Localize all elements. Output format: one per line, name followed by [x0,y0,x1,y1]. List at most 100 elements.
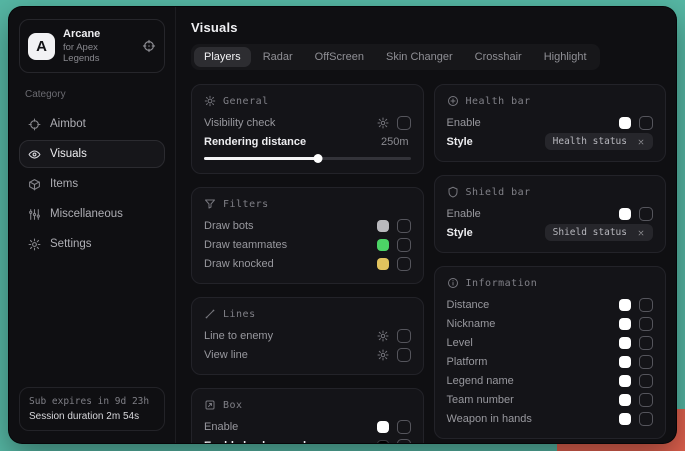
setting-controls [377,439,411,444]
session-duration-text: Session duration 2m 54s [29,411,155,422]
sidebar-item-aimbot[interactable]: Aimbot [19,110,165,138]
setting-controls [377,116,411,130]
sidebar-item-label: Aimbot [50,118,86,130]
tab-highlight[interactable]: Highlight [534,47,597,67]
sidebar-item-label: Settings [50,238,92,250]
setting-row: Draw bots [204,216,411,235]
setting-label: Line to enemy [204,330,367,342]
card-title: General [223,96,269,107]
setting-row: Enable [204,417,411,436]
sidebar-item-miscellaneous[interactable]: Miscellaneous [19,200,165,228]
setting-controls [619,393,653,407]
checkbox[interactable] [639,355,653,369]
setting-label: Draw bots [204,220,367,232]
checkbox[interactable] [639,207,653,221]
eye-icon [28,148,41,161]
checkbox[interactable] [397,219,411,233]
checkbox[interactable] [639,336,653,350]
color-swatch[interactable] [619,299,631,311]
checkbox[interactable] [397,329,411,343]
setting-label: Draw knocked [204,258,367,270]
card-header: Health bar [447,95,654,107]
checkbox[interactable] [639,317,653,331]
checkbox[interactable] [639,412,653,426]
settings-column-2: Health bar Enable Style Health status Shield… [434,84,667,439]
setting-label: Platform [447,356,610,368]
color-swatch[interactable] [377,421,389,433]
page-title: Visuals [191,20,666,35]
app-logo: A [28,33,55,60]
setting-label: Enable [204,421,367,433]
checkbox[interactable] [397,420,411,434]
close-icon[interactable] [637,138,645,146]
color-swatch[interactable] [619,337,631,349]
close-icon[interactable] [637,229,645,237]
target-icon[interactable] [142,39,156,53]
tab-radar[interactable]: Radar [253,47,303,67]
cube-icon [28,178,41,191]
app-name: Arcane [63,28,134,40]
setting-row: Rendering distance250m [204,132,411,151]
card-title: Box [223,400,243,411]
setting-label: Distance [447,299,610,311]
setting-label: Level [447,337,610,349]
color-swatch[interactable] [377,239,389,251]
setting-row: Visibility check [204,113,411,132]
color-swatch[interactable] [619,356,631,368]
health-icon [447,95,459,107]
main-panel: Visuals PlayersRadarOffScreenSkin Change… [176,7,676,443]
checkbox[interactable] [397,257,411,271]
setting-controls: Health status [545,133,653,150]
color-swatch[interactable] [619,375,631,387]
sidebar-item-items[interactable]: Items [19,170,165,198]
setting-controls [619,317,653,331]
tab-players[interactable]: Players [194,47,251,67]
checkbox[interactable] [397,116,411,130]
card-health-bar: Health barEnableStyleHealth status [434,84,667,162]
sidebar-item-visuals[interactable]: Visuals [19,140,165,168]
card-title: Information [466,278,538,289]
color-swatch[interactable] [619,413,631,425]
slider-thumb[interactable] [313,154,322,163]
color-swatch[interactable] [619,208,631,220]
sidebar-item-label: Miscellaneous [50,208,123,220]
setting-controls [377,238,411,252]
checkbox[interactable] [639,298,653,312]
checkbox[interactable] [397,439,411,444]
setting-label: Visibility check [204,117,367,129]
checkbox[interactable] [397,348,411,362]
setting-label: Style [447,227,535,239]
style-select[interactable]: Health status [545,133,653,150]
setting-label: Rendering distance [204,136,381,148]
settings-icon[interactable] [377,349,389,361]
setting-row: Legend name [447,371,654,390]
color-swatch[interactable] [377,220,389,232]
tab-crosshair[interactable]: Crosshair [465,47,532,67]
tab-offscreen[interactable]: OffScreen [305,47,374,67]
setting-label: Enable [447,208,610,220]
setting-row: Enable [447,113,654,132]
setting-label: Draw teammates [204,239,367,251]
color-swatch[interactable] [619,394,631,406]
checkbox[interactable] [397,238,411,252]
color-swatch[interactable] [377,440,389,444]
settings-grid: General Visibility check Rendering distanc… [191,84,666,443]
settings-icon[interactable] [377,330,389,342]
info-icon [447,277,459,289]
color-swatch[interactable] [619,318,631,330]
checkbox[interactable] [639,374,653,388]
rendering-distance-slider[interactable] [204,154,411,163]
card-header: Box [204,399,411,411]
settings-icon[interactable] [377,117,389,129]
box-icon [204,399,216,411]
checkbox[interactable] [639,393,653,407]
style-select[interactable]: Shield status [545,224,653,241]
color-swatch[interactable] [377,258,389,270]
tab-skin-changer[interactable]: Skin Changer [376,47,463,67]
sidebar-item-settings[interactable]: Settings [19,230,165,258]
checkbox[interactable] [639,116,653,130]
setting-row: Enable [447,204,654,223]
setting-controls [619,207,653,221]
sliders-icon [28,208,41,221]
color-swatch[interactable] [619,117,631,129]
